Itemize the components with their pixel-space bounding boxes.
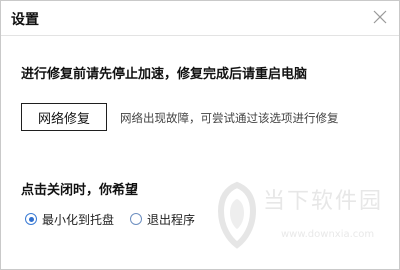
- watermark-logo: 当下软件园 www.downxia.com: [213, 181, 383, 261]
- repair-hint-text: 网络出现故障，可尝试通过该选项进行修复: [120, 111, 339, 125]
- radio-checked-icon[interactable]: [25, 213, 37, 225]
- radio-label-exit: 退出程序: [147, 212, 196, 227]
- radio-unchecked-icon[interactable]: [130, 213, 142, 225]
- dialog-title: 设置: [11, 12, 39, 28]
- title-bar: 设置: [1, 1, 399, 36]
- watermark-url: www.downxia.com: [281, 229, 375, 240]
- close-icon: [373, 10, 387, 24]
- watermark-text: 当下软件园: [263, 189, 384, 214]
- radio-minimize-to-tray[interactable]: 最小化到托盘: [25, 211, 114, 227]
- close-button[interactable]: [369, 6, 391, 28]
- watermark-shield-icon: [217, 181, 257, 249]
- network-repair-button[interactable]: 网络修复: [21, 103, 107, 131]
- settings-dialog: 设置 进行修复前请先停止加速，修复完成后请重启电脑 网络修复 网络出现故障，可尝…: [0, 0, 400, 270]
- radio-exit-program[interactable]: 退出程序: [130, 211, 195, 227]
- repair-instruction-heading: 进行修复前请先停止加速，修复完成后请重启电脑: [21, 67, 308, 82]
- radio-label-minimize: 最小化到托盘: [42, 212, 115, 227]
- close-behavior-heading: 点击关闭时，你希望: [21, 183, 139, 198]
